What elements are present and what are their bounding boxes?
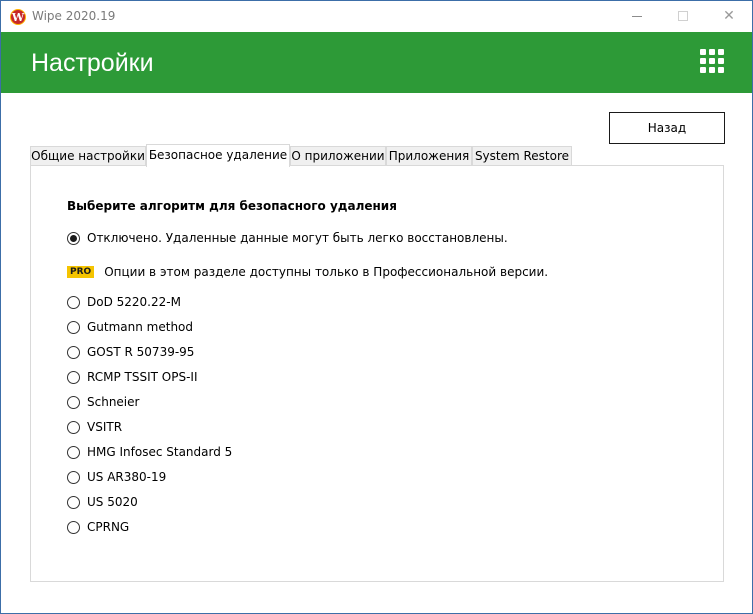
tab-system-restore[interactable]: System Restore bbox=[472, 146, 572, 166]
apps-grid-icon[interactable] bbox=[700, 49, 724, 73]
radio-disabled-option[interactable]: Отключено. Удаленные данные могут быть л… bbox=[67, 230, 508, 246]
maximize-button[interactable] bbox=[660, 1, 706, 32]
maximize-icon bbox=[678, 11, 688, 21]
radio-label: Отключено. Удаленные данные могут быть л… bbox=[87, 231, 508, 245]
radio-algorithm[interactable]: US AR380-19 bbox=[67, 469, 166, 485]
radio-label: Schneier bbox=[87, 395, 140, 409]
back-button[interactable]: Назад bbox=[609, 112, 725, 144]
window-title: Wipe 2020.19 bbox=[32, 9, 116, 23]
radio-label: US AR380-19 bbox=[87, 470, 167, 484]
radio-algorithm[interactable]: VSITR bbox=[67, 419, 122, 435]
tab-secure-delete[interactable]: Безопасное удаление bbox=[146, 144, 290, 167]
tab-about[interactable]: О приложении bbox=[290, 146, 386, 166]
header-bar: Настройки bbox=[1, 32, 752, 93]
close-icon: ✕ bbox=[723, 8, 735, 24]
page-title: Настройки bbox=[31, 49, 154, 77]
radio-checked-icon[interactable] bbox=[67, 231, 80, 245]
radio-label: VSITR bbox=[87, 420, 123, 434]
radio-algorithm[interactable]: GOST R 50739-95 bbox=[67, 344, 194, 360]
radio-algorithm[interactable]: Schneier bbox=[67, 394, 139, 410]
radio-label: RCMP TSSIT OPS-II bbox=[87, 370, 198, 384]
radio-icon[interactable] bbox=[67, 520, 80, 534]
radio-label: Gutmann method bbox=[87, 320, 194, 334]
title-bar[interactable]: W Wipe 2020.19 ✕ bbox=[1, 1, 752, 32]
pro-badge: PRO bbox=[67, 266, 95, 278]
radio-icon[interactable] bbox=[67, 445, 80, 459]
radio-icon[interactable] bbox=[67, 395, 80, 409]
radio-icon[interactable] bbox=[67, 295, 80, 309]
app-logo-icon: W bbox=[10, 9, 26, 25]
pro-notice: PRO Опции в этом разделе доступны только… bbox=[67, 265, 548, 279]
radio-label: DoD 5220.22-M bbox=[87, 295, 181, 309]
radio-label: HMG Infosec Standard 5 bbox=[87, 445, 233, 459]
radio-label: US 5020 bbox=[87, 495, 138, 509]
radio-icon[interactable] bbox=[67, 370, 80, 384]
radio-algorithm[interactable]: RCMP TSSIT OPS-II bbox=[67, 369, 197, 385]
secure-delete-panel: Выберите алгоритм для безопасного удален… bbox=[30, 165, 724, 582]
pro-notice-text: Опции в этом разделе доступны только в П… bbox=[104, 265, 549, 279]
radio-label: GOST R 50739-95 bbox=[87, 345, 195, 359]
radio-icon[interactable] bbox=[67, 495, 80, 509]
radio-icon[interactable] bbox=[67, 320, 80, 334]
close-button[interactable]: ✕ bbox=[706, 1, 752, 32]
radio-algorithm[interactable]: Gutmann method bbox=[67, 319, 193, 335]
radio-algorithm[interactable]: DoD 5220.22-M bbox=[67, 294, 181, 310]
minimize-icon bbox=[632, 15, 642, 17]
radio-algorithm[interactable]: US 5020 bbox=[67, 494, 138, 510]
radio-label: CPRNG bbox=[87, 520, 130, 534]
app-window: W Wipe 2020.19 ✕ Настройки Назад Общие н… bbox=[0, 0, 753, 614]
section-heading: Выберите алгоритм для безопасного удален… bbox=[67, 199, 397, 213]
tab-general-settings[interactable]: Общие настройки bbox=[30, 146, 146, 166]
radio-icon[interactable] bbox=[67, 345, 80, 359]
radio-icon[interactable] bbox=[67, 420, 80, 434]
minimize-button[interactable] bbox=[614, 1, 660, 32]
tab-applications[interactable]: Приложения bbox=[386, 146, 472, 166]
radio-icon[interactable] bbox=[67, 470, 80, 484]
radio-algorithm[interactable]: HMG Infosec Standard 5 bbox=[67, 444, 232, 460]
radio-algorithm[interactable]: CPRNG bbox=[67, 519, 129, 535]
